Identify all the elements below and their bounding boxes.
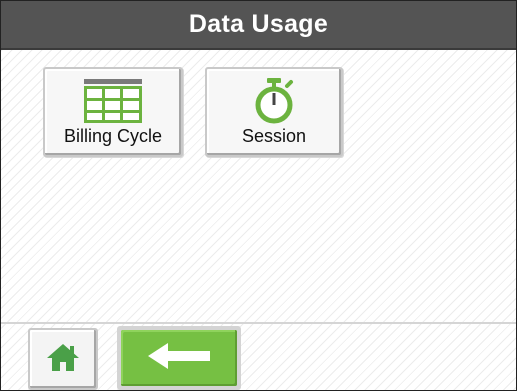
screen-frame: Data Usage Billing Cycle Session bbox=[0, 0, 517, 391]
stopwatch-icon bbox=[207, 77, 341, 125]
page-title: Data Usage bbox=[188, 10, 329, 38]
back-arrow-icon bbox=[146, 341, 212, 376]
billing-cycle-label: Billing Cycle bbox=[63, 126, 163, 146]
session-button[interactable]: Session bbox=[205, 67, 343, 157]
back-button-face bbox=[121, 330, 237, 386]
billing-cycle-button[interactable]: Billing Cycle bbox=[43, 67, 183, 157]
home-button[interactable] bbox=[28, 328, 98, 390]
footer-divider bbox=[1, 322, 516, 324]
back-button[interactable] bbox=[117, 326, 241, 390]
home-icon bbox=[46, 342, 80, 377]
session-label: Session bbox=[241, 126, 307, 146]
header-bar: Data Usage bbox=[1, 1, 516, 50]
table-grid-icon bbox=[45, 77, 181, 125]
